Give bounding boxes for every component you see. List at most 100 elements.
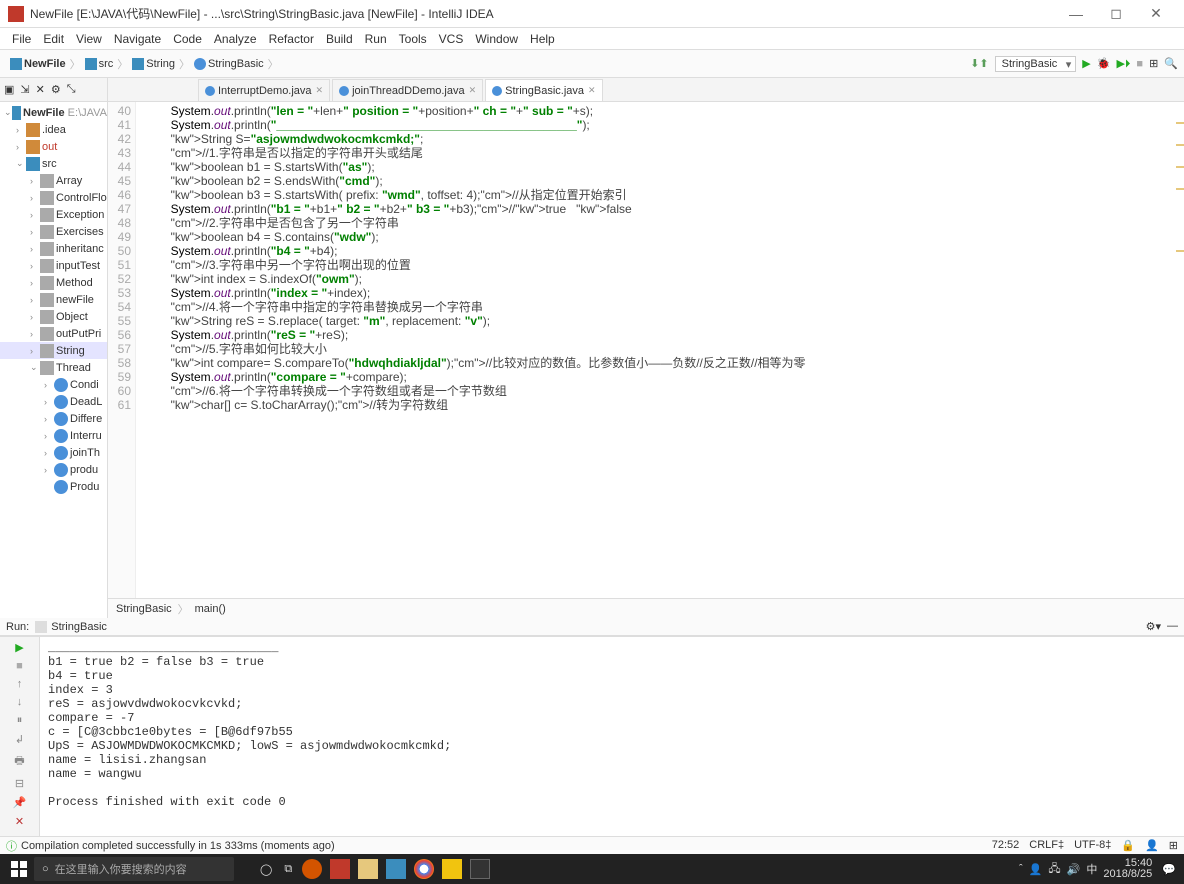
code-breadcrumb[interactable]: StringBasic〉main() xyxy=(108,598,1184,618)
line-separator[interactable]: CRLF‡ xyxy=(1029,839,1064,852)
app2-icon[interactable] xyxy=(330,859,350,879)
maximize-button[interactable]: ◻ xyxy=(1096,5,1136,22)
down-icon[interactable]: ↓ xyxy=(17,696,23,708)
run-icon[interactable]: ▶ xyxy=(1082,57,1090,70)
tab-stringbasic[interactable]: StringBasic.java✕ xyxy=(485,79,602,101)
intellij-icon[interactable] xyxy=(470,859,490,879)
caret-position[interactable]: 72:52 xyxy=(992,839,1020,852)
menu-view[interactable]: View xyxy=(70,32,108,46)
tray-up-icon[interactable]: ˆ xyxy=(1019,863,1023,875)
run-tab-name[interactable]: StringBasic xyxy=(51,621,107,633)
run-tab-icon xyxy=(35,621,47,633)
menubar: File Edit View Navigate Code Analyze Ref… xyxy=(0,28,1184,50)
up-icon[interactable]: ↑ xyxy=(17,678,23,690)
menu-help[interactable]: Help xyxy=(524,32,561,46)
tray-net-icon[interactable]: 🖧 xyxy=(1048,860,1060,879)
code-area[interactable]: 40 41 42 43 44 45 46 47 48 49 50 51 52 5… xyxy=(108,102,1184,598)
breadcrumb-root: NewFile xyxy=(24,58,66,70)
folder-icon xyxy=(132,58,144,70)
editor: InterruptDemo.java✕ joinThreadDDemo.java… xyxy=(108,78,1184,618)
structure-icon[interactable]: ⊞ xyxy=(1149,57,1158,70)
close-icon[interactable]: ✕ xyxy=(588,85,596,96)
menu-build[interactable]: Build xyxy=(320,32,359,46)
cortana-icon[interactable]: ◯ xyxy=(260,863,272,876)
search-icon[interactable]: 🔍 xyxy=(1164,57,1178,70)
project-tool-icon[interactable]: ▣ xyxy=(4,83,14,96)
project-sidebar: ▣ ⇲ ✕ ⚙ ⤡ ⌄NewFile E:\JAVA ›.idea ›out ⌄… xyxy=(0,78,108,618)
tray-volume-icon[interactable]: 🔊 xyxy=(1067,863,1081,876)
titlebar: NewFile [E:\JAVA\代码\NewFile] - ...\src\S… xyxy=(0,0,1184,28)
project-tree[interactable]: ⌄NewFile E:\JAVA ›.idea ›out ⌄src ›Array… xyxy=(0,102,107,497)
pin-icon[interactable]: 📌 xyxy=(13,796,27,809)
status-message: Compilation completed successfully in 1s… xyxy=(21,840,335,852)
search-icon: ○ xyxy=(42,863,49,875)
minimize-panel-icon[interactable]: — xyxy=(1167,620,1178,633)
tray-ime-icon[interactable]: 中 xyxy=(1086,861,1097,877)
inspector-icon[interactable]: 👤 xyxy=(1145,839,1159,852)
menu-vcs[interactable]: VCS xyxy=(433,32,470,46)
menu-window[interactable]: Window xyxy=(469,32,524,46)
app4-icon[interactable] xyxy=(386,859,406,879)
folder-icon xyxy=(10,58,22,70)
menu-analyze[interactable]: Analyze xyxy=(208,32,263,46)
app5-icon[interactable] xyxy=(442,859,462,879)
code[interactable]: System.out.println("len = "+len+" positi… xyxy=(136,102,1184,598)
chrome-icon[interactable] xyxy=(414,859,434,879)
build-icon[interactable]: ⬇⬆ xyxy=(970,57,988,70)
breadcrumb[interactable]: NewFile 〉 src 〉 String 〉 StringBasic 〉 xyxy=(6,56,285,72)
debug-icon[interactable]: 🐞 xyxy=(1097,57,1111,70)
navbar: NewFile 〉 src 〉 String 〉 StringBasic 〉 ⬇… xyxy=(0,50,1184,78)
menu-code[interactable]: Code xyxy=(167,32,208,46)
collapse-icon[interactable]: ⇲ xyxy=(20,83,29,96)
clock-time[interactable]: 15:40 xyxy=(1103,858,1152,869)
taskview-icon[interactable]: ⧉ xyxy=(284,863,292,876)
menu-run[interactable]: Run xyxy=(359,32,393,46)
rerun-icon[interactable]: ▶ xyxy=(15,641,23,654)
encoding[interactable]: UTF-8‡ xyxy=(1074,839,1111,852)
run-config-combo[interactable]: StringBasic ▾ xyxy=(995,56,1077,72)
tab-jointhread[interactable]: joinThreadDDemo.java✕ xyxy=(332,79,483,101)
trash-icon[interactable]: ⊟ xyxy=(15,777,24,790)
editor-tabs: InterruptDemo.java✕ joinThreadDDemo.java… xyxy=(108,78,1184,102)
notifications-icon[interactable]: 💬 xyxy=(1162,863,1176,876)
compile-icon: ⓘ xyxy=(6,838,17,854)
menu-file[interactable]: File xyxy=(6,32,37,46)
close-icon[interactable]: ✕ xyxy=(469,85,477,96)
status-bar: ⓘ Compilation completed successfully in … xyxy=(0,836,1184,854)
settings-icon[interactable]: ⊞ xyxy=(1169,839,1178,852)
coverage-icon[interactable]: ▶⏵ xyxy=(1116,57,1130,71)
tray-people-icon[interactable]: 👤 xyxy=(1029,863,1043,876)
close-icon[interactable]: ✕ xyxy=(316,85,324,96)
stop-icon[interactable]: ■ xyxy=(1136,58,1143,70)
lock-icon[interactable]: 🔒 xyxy=(1121,839,1135,852)
menu-edit[interactable]: Edit xyxy=(37,32,70,46)
folder-icon xyxy=(85,58,97,70)
close-button[interactable]: ✕ xyxy=(1136,5,1176,22)
wrap-icon[interactable]: ↲ xyxy=(15,733,24,746)
window-title: NewFile [E:\JAVA\代码\NewFile] - ...\src\S… xyxy=(30,5,1056,22)
menu-refactor[interactable]: Refactor xyxy=(263,32,320,46)
search-placeholder: 在这里输入你要搜索的内容 xyxy=(55,861,187,877)
breadcrumb-string: String xyxy=(146,58,175,70)
breadcrumb-src: src xyxy=(99,58,114,70)
clock-date[interactable]: 2018/8/25 xyxy=(1103,869,1152,880)
tab-interrupt[interactable]: InterruptDemo.java✕ xyxy=(198,79,330,101)
menu-tools[interactable]: Tools xyxy=(393,32,433,46)
run-panel: ▶ ■ ↑ ↓ ⏸ ↲ 🖶 ⊟ 📌 ✕ ____________________… xyxy=(0,636,1184,836)
close-panel-icon[interactable]: ✕ xyxy=(15,815,24,828)
start-button[interactable] xyxy=(4,854,34,884)
app1-icon[interactable] xyxy=(302,859,322,879)
console-output[interactable]: ________________________________ b1 = tr… xyxy=(40,637,1184,836)
overview-ruler[interactable] xyxy=(1176,102,1184,598)
minimize-button[interactable]: — xyxy=(1056,6,1096,22)
menu-navigate[interactable]: Navigate xyxy=(108,32,167,46)
gear-icon[interactable]: ⚙ xyxy=(51,83,61,96)
app3-icon[interactable] xyxy=(358,859,378,879)
gear-icon[interactable]: ⚙▾ xyxy=(1146,620,1161,633)
print-icon[interactable]: 🖶 xyxy=(14,752,24,771)
pause-icon[interactable]: ⏸ xyxy=(17,714,23,727)
stop-icon[interactable]: ■ xyxy=(16,660,23,672)
hide-icon[interactable]: ⤡ xyxy=(67,83,76,96)
add-icon[interactable]: ✕ xyxy=(36,83,45,96)
search-box[interactable]: ○ 在这里输入你要搜索的内容 xyxy=(34,857,234,881)
